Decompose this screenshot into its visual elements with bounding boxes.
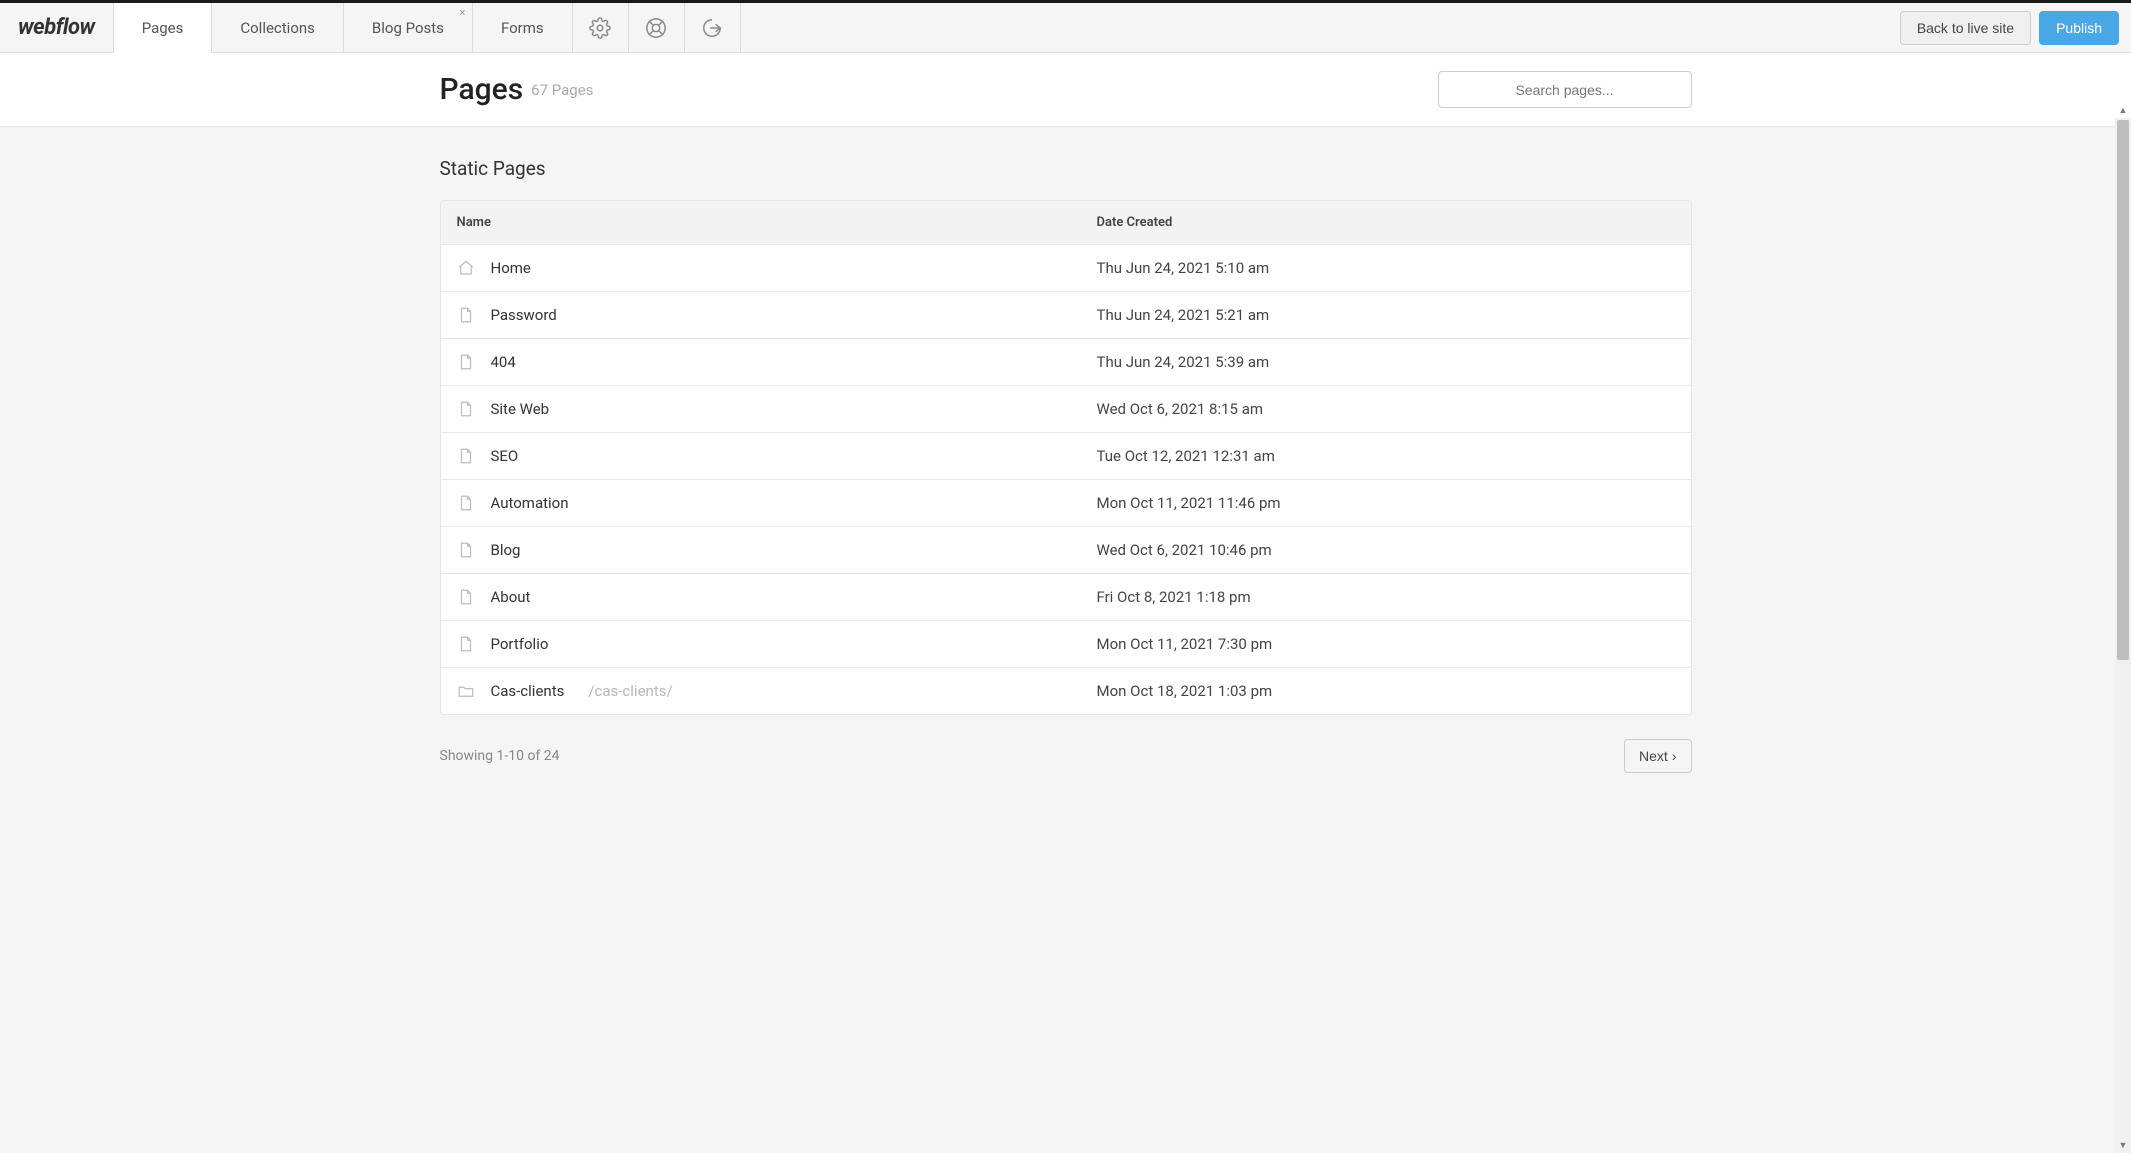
lifebuoy-icon [645, 17, 667, 39]
date-cell: Thu Jun 24, 2021 5:39 am [1097, 353, 1675, 371]
next-label: Next [1639, 748, 1668, 764]
name-cell: SEO [457, 447, 1097, 465]
tab-blog-posts[interactable]: Blog Posts × [344, 3, 473, 52]
table-row[interactable]: Automation Mon Oct 11, 2021 11:46 pm [441, 480, 1691, 527]
scroll-up-icon[interactable]: ▲ [2115, 102, 2131, 118]
close-icon[interactable]: × [456, 6, 469, 19]
tab-collections[interactable]: Collections [212, 3, 344, 52]
page-icon [457, 635, 475, 653]
help-icon-tab[interactable] [629, 3, 685, 52]
table-row[interactable]: Home Thu Jun 24, 2021 5:10 am [441, 245, 1691, 292]
col-date: Date Created [1097, 215, 1675, 230]
page-icon [457, 306, 475, 324]
tab-label: Forms [501, 19, 544, 37]
pagination-row: Showing 1-10 of 24 Next › [440, 739, 1692, 773]
chevron-right-icon: › [1672, 748, 1677, 764]
page-icon [457, 400, 475, 418]
exit-icon [701, 17, 723, 39]
name-cell: Automation [457, 494, 1097, 512]
page-icon [457, 447, 475, 465]
content-area: Static Pages Name Date Created Home Thu J… [440, 127, 1692, 813]
table-row[interactable]: Site Web Wed Oct 6, 2021 8:15 am [441, 386, 1691, 433]
search-input[interactable] [1438, 71, 1692, 108]
date-cell: Mon Oct 11, 2021 11:46 pm [1097, 494, 1675, 512]
home-icon [457, 259, 475, 277]
table-row[interactable]: Blog Wed Oct 6, 2021 10:46 pm [441, 527, 1691, 574]
section-heading: Static Pages [440, 157, 1692, 180]
scrollbar-thumb[interactable] [2117, 120, 2129, 660]
tab-pages[interactable]: Pages [114, 3, 213, 53]
row-name: Blog [491, 541, 521, 559]
brand-logo[interactable]: webflow [0, 3, 114, 52]
back-to-live-button[interactable]: Back to live site [1900, 11, 2031, 45]
app-header: webflow Pages Collections Blog Posts × Forms… [0, 3, 2131, 53]
date-cell: Fri Oct 8, 2021 1:18 pm [1097, 588, 1675, 606]
name-cell: Cas-clients/cas-clients/ [457, 682, 1097, 700]
date-cell: Thu Jun 24, 2021 5:21 am [1097, 306, 1675, 324]
page-icon [457, 494, 475, 512]
row-name: Portfolio [491, 635, 549, 653]
name-cell: Portfolio [457, 635, 1097, 653]
name-cell: Home [457, 259, 1097, 277]
name-cell: 404 [457, 353, 1097, 371]
name-cell: Blog [457, 541, 1097, 559]
page-title: Pages [440, 72, 524, 107]
row-name: Password [491, 306, 557, 324]
pagination-showing: Showing 1-10 of 24 [440, 748, 560, 764]
scrollbar[interactable]: ▲ ▼ [2115, 118, 2131, 1153]
scroll-down-icon[interactable]: ▼ [2115, 1137, 2131, 1153]
table-row[interactable]: Cas-clients/cas-clients/Mon Oct 18, 2021… [441, 668, 1691, 714]
tab-label: Blog Posts [372, 19, 444, 37]
tab-forms[interactable]: Forms [473, 3, 573, 52]
row-name: 404 [491, 353, 516, 371]
publish-button[interactable]: Publish [2039, 11, 2119, 45]
row-name: Automation [491, 494, 569, 512]
page-icon [457, 353, 475, 371]
date-cell: Mon Oct 18, 2021 1:03 pm [1097, 682, 1675, 700]
folder-icon [457, 682, 475, 700]
page-icon [457, 541, 475, 559]
row-name: SEO [491, 447, 519, 465]
table-row[interactable]: Portfolio Mon Oct 11, 2021 7:30 pm [441, 621, 1691, 668]
header-actions: Back to live site Publish [1892, 3, 2131, 52]
name-cell: Site Web [457, 400, 1097, 418]
row-name: Cas-clients [491, 682, 565, 700]
pages-table: Name Date Created Home Thu Jun 24, 2021 5… [440, 200, 1692, 715]
tab-label: Pages [142, 19, 184, 37]
table-row[interactable]: About Fri Oct 8, 2021 1:18 pm [441, 574, 1691, 621]
gear-icon [589, 17, 611, 39]
table-row[interactable]: SEO Tue Oct 12, 2021 12:31 am [441, 433, 1691, 480]
page-icon [457, 588, 475, 606]
row-name: Site Web [491, 400, 550, 418]
table-row[interactable]: Password Thu Jun 24, 2021 5:21 am [441, 292, 1691, 339]
row-name: Home [491, 259, 531, 277]
date-cell: Tue Oct 12, 2021 12:31 am [1097, 447, 1675, 465]
date-cell: Mon Oct 11, 2021 7:30 pm [1097, 635, 1675, 653]
title-bar: Pages 67 Pages [0, 53, 2131, 127]
date-cell: Thu Jun 24, 2021 5:10 am [1097, 259, 1675, 277]
name-cell: About [457, 588, 1097, 606]
page-count: 67 Pages [531, 81, 593, 99]
tab-label: Collections [240, 19, 315, 37]
row-subpath: /cas-clients/ [588, 682, 672, 700]
logout-icon-tab[interactable] [685, 3, 741, 52]
name-cell: Password [457, 306, 1097, 324]
row-name: About [491, 588, 531, 606]
tabs-nav: Pages Collections Blog Posts × Forms [114, 3, 573, 52]
date-cell: Wed Oct 6, 2021 10:46 pm [1097, 541, 1675, 559]
table-row[interactable]: 404 Thu Jun 24, 2021 5:39 am [441, 339, 1691, 386]
col-name: Name [457, 215, 1097, 230]
next-button[interactable]: Next › [1624, 739, 1691, 773]
settings-icon-tab[interactable] [573, 3, 629, 52]
table-header: Name Date Created [441, 201, 1691, 245]
date-cell: Wed Oct 6, 2021 8:15 am [1097, 400, 1675, 418]
